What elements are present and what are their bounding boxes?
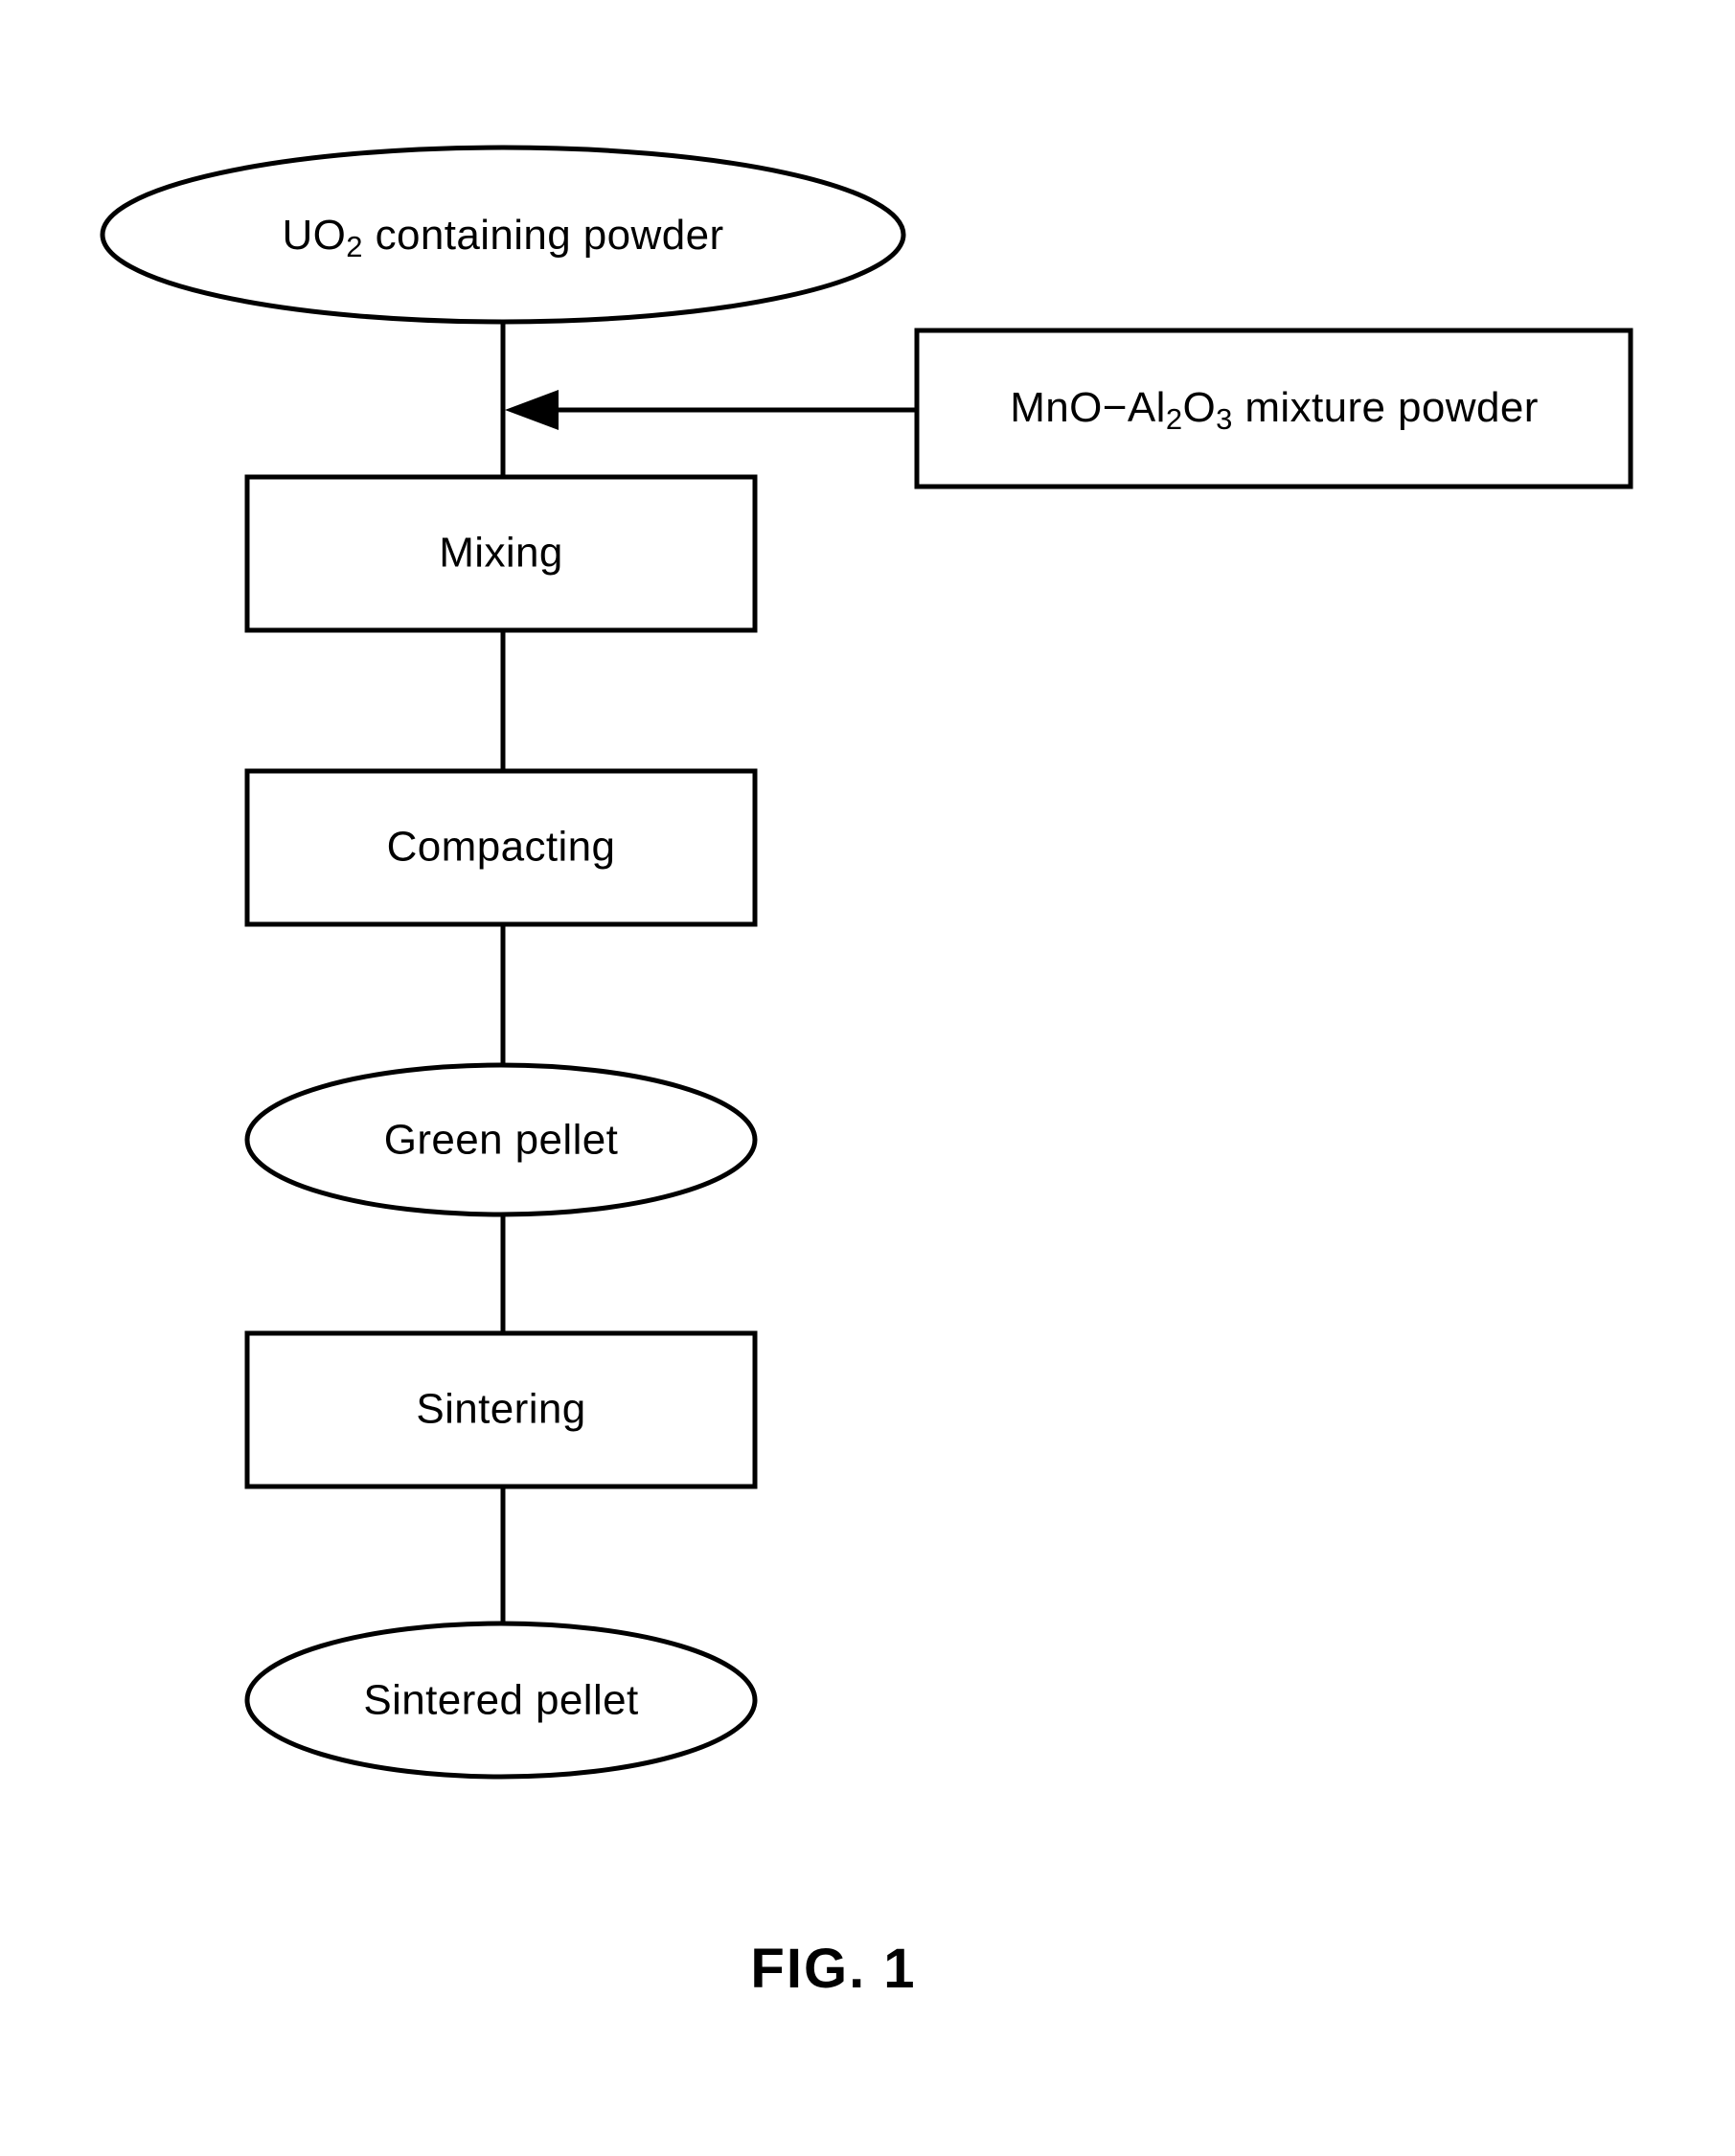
node-label-sintering: Sintering (416, 1386, 585, 1433)
subscript-2: 2 (1166, 402, 1183, 436)
node-label-green-pellet: Green pellet (384, 1117, 619, 1164)
node-sintering[interactable]: Sintering (244, 1330, 758, 1489)
process-flow-diagram: UO2 containing powder MnO−Al2O3 mixture … (100, 145, 1633, 2000)
node-green-pellet[interactable]: Green pellet (244, 1062, 758, 1217)
node-label-sintered-pellet: Sintered pellet (363, 1677, 638, 1724)
subscript-2: 2 (346, 230, 363, 263)
subscript-3: 3 (1216, 402, 1233, 436)
figure-page: UO2 containing powder MnO−Al2O3 mixture … (0, 0, 1735, 2156)
node-mixing[interactable]: Mixing (244, 474, 758, 633)
node-compacting[interactable]: Compacting (244, 768, 758, 927)
figure-caption: FIG. 1 (750, 1938, 916, 2000)
node-sintered-pellet[interactable]: Sintered pellet (244, 1621, 758, 1780)
node-mno-al2o3-mixture-powder[interactable]: MnO−Al2O3 mixture powder (914, 328, 1633, 489)
node-label-compacting: Compacting (387, 824, 616, 871)
node-label-mixing: Mixing (439, 530, 563, 577)
node-uo2-containing-powder[interactable]: UO2 containing powder (100, 145, 906, 325)
node-label-mno-al2o3-mixture-powder: MnO−Al2O3 mixture powder (1010, 384, 1539, 437)
arrow-head-icon (505, 390, 559, 430)
